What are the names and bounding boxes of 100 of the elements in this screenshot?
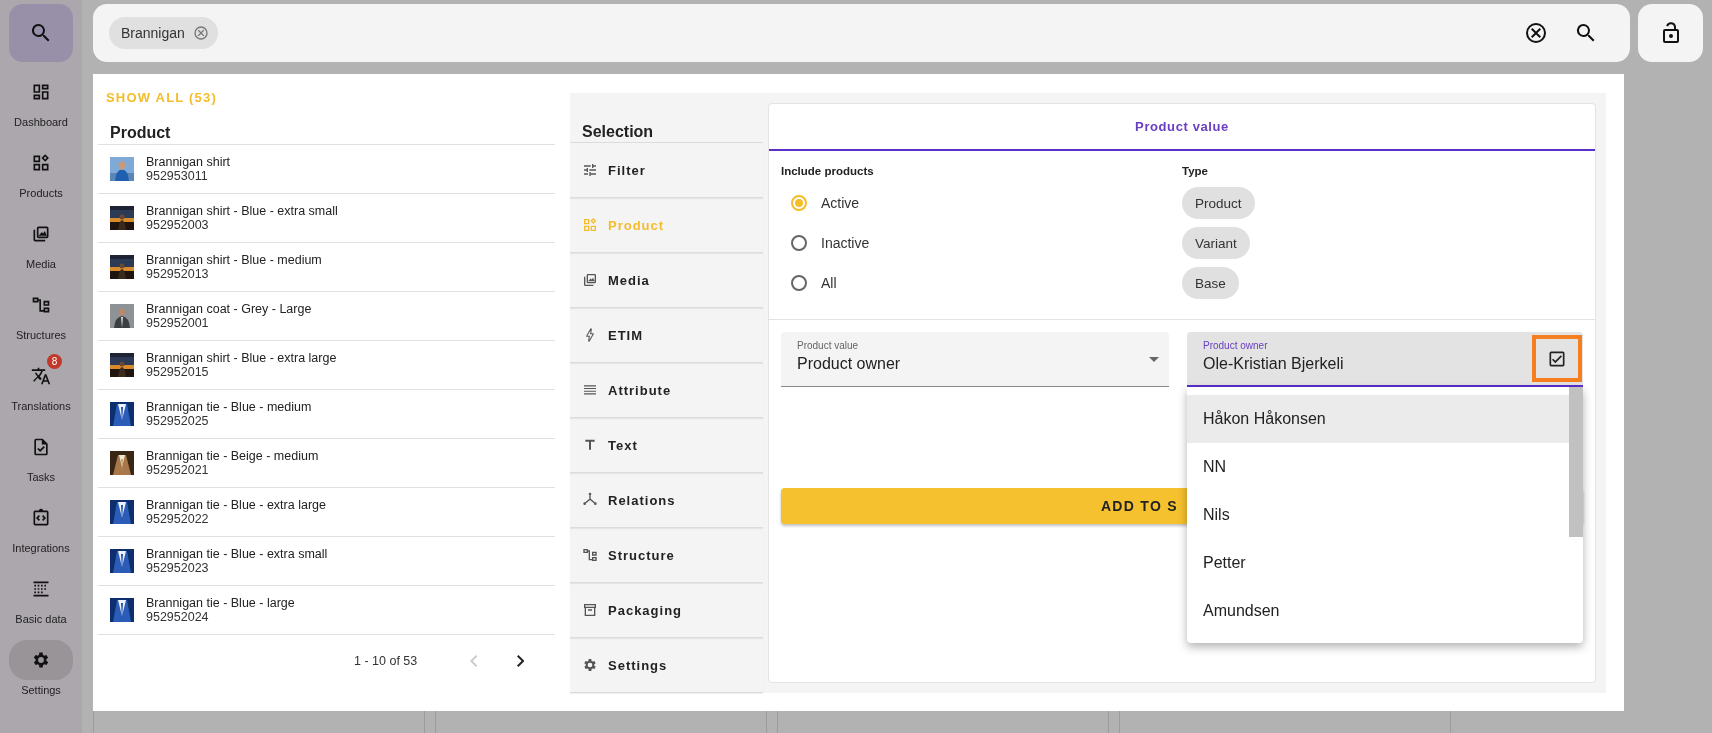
product-number: 952952022 xyxy=(146,512,210,526)
product-name: Brannigan shirt xyxy=(146,155,231,169)
product-name: Brannigan tie - Blue - large xyxy=(146,596,295,610)
nav-label[interactable]: Structures xyxy=(15,329,67,341)
tree-icon xyxy=(31,295,51,315)
clear-icon xyxy=(1524,21,1548,45)
nav-label[interactable]: Integrations xyxy=(12,542,70,554)
group-label: Include products xyxy=(781,164,875,179)
product-row[interactable]: Brannigan tie - Blue - extra small 952952023 xyxy=(98,537,555,586)
chevron-right-icon xyxy=(516,655,524,667)
product-number: 952952025 xyxy=(146,414,210,428)
nav-button[interactable]: 8 xyxy=(9,356,73,396)
code-clipboard-icon xyxy=(31,508,51,528)
chip-label: Brannigan xyxy=(121,25,185,41)
type-chip[interactable]: Variant xyxy=(1182,227,1250,259)
product-row[interactable]: Brannigan tie - Blue - medium 952952025 xyxy=(98,390,555,439)
radio-option[interactable]: All xyxy=(781,263,1182,303)
selection-item[interactable]: Relations xyxy=(570,473,763,528)
confirm-button[interactable] xyxy=(1532,335,1582,382)
dropdown-option[interactable]: NN xyxy=(1187,443,1569,491)
radio-button[interactable] xyxy=(791,235,807,251)
product-number: 952952003 xyxy=(146,218,210,232)
nav-label[interactable]: Tasks xyxy=(26,471,56,483)
nav-button[interactable] xyxy=(9,640,73,680)
dropdown-option[interactable]: Petter xyxy=(1187,539,1569,587)
document-check-icon xyxy=(31,437,51,457)
product-number: 952952024 xyxy=(146,610,210,624)
selection-item[interactable]: Media xyxy=(570,253,763,308)
product-number: 952953011 xyxy=(146,169,209,183)
settings-icon xyxy=(31,650,51,670)
nav-label[interactable]: Products xyxy=(19,187,63,199)
product-row[interactable]: Brannigan tie - Blue - extra large 952952022 xyxy=(98,488,555,537)
settings-icon xyxy=(582,657,598,673)
branch-icon xyxy=(582,492,598,508)
product-name: Brannigan coat - Grey - Large xyxy=(146,302,312,316)
product-row[interactable]: Brannigan shirt 952953011 xyxy=(98,145,555,194)
type-chip[interactable]: Base xyxy=(1182,267,1239,299)
product-row[interactable]: Brannigan tie - Blue - large 952952024 xyxy=(98,586,555,635)
product-name: Brannigan shirt - Blue - medium xyxy=(146,253,322,267)
scrollbar[interactable] xyxy=(1569,387,1583,537)
selection-item[interactable]: Text xyxy=(570,418,763,473)
product-row[interactable]: Brannigan coat - Grey - Large 952952001 xyxy=(98,292,555,341)
product-owner-field[interactable]: Product owner Ole-Kristian Bjerkeli xyxy=(1187,332,1583,387)
product-name: Brannigan tie - Blue - extra small xyxy=(146,547,328,561)
section-title: Selection xyxy=(570,93,763,143)
nav-label[interactable]: Dashboard xyxy=(14,116,68,128)
image-stack-icon xyxy=(582,272,598,288)
notification-badge: 8 xyxy=(47,354,62,369)
nav-label[interactable]: Media xyxy=(26,258,56,270)
tree-icon xyxy=(582,547,598,563)
dashboard-icon xyxy=(31,82,51,102)
remove-icon xyxy=(192,25,209,41)
chevron-left-icon xyxy=(469,655,477,667)
selection-item[interactable]: Structure xyxy=(570,528,763,583)
product-number: 952952013 xyxy=(146,267,210,281)
selection-item[interactable]: Settings xyxy=(570,638,763,693)
column-header: Product xyxy=(98,111,555,145)
product-row[interactable]: Brannigan shirt - Blue - extra large 952952015 xyxy=(98,341,555,390)
product-value-select[interactable]: Product value Product owner xyxy=(781,332,1169,387)
product-name: Brannigan shirt - Blue - extra large xyxy=(146,351,337,365)
page-range: 1 - 10 of 53 xyxy=(354,654,418,668)
radio-option[interactable]: Inactive xyxy=(781,223,1182,263)
dropdown-option[interactable]: Amundsen xyxy=(1187,587,1569,635)
lock-button[interactable] xyxy=(1638,4,1703,62)
selection-item[interactable]: Packaging xyxy=(570,583,763,638)
text-icon xyxy=(582,437,598,453)
product-number: 952952015 xyxy=(146,365,210,379)
selection-item[interactable]: Filter xyxy=(570,143,763,198)
product-row[interactable]: Brannigan tie - Beige - medium 952952021 xyxy=(98,439,555,488)
search-chip[interactable]: Brannigan xyxy=(109,17,218,49)
product-number: 952952001 xyxy=(146,316,210,330)
product-name: Brannigan tie - Beige - medium xyxy=(146,449,319,463)
radio-option[interactable]: Active xyxy=(781,183,1182,223)
product-row[interactable]: Brannigan shirt - Blue - extra small 952952003 xyxy=(98,194,555,243)
type-chip[interactable]: Product xyxy=(1182,187,1255,219)
translate-icon xyxy=(31,366,51,386)
clear-button[interactable] xyxy=(1524,21,1548,45)
dropdown-option[interactable]: Håkon Håkonsen xyxy=(1187,395,1569,443)
selection-item[interactable]: Attribute xyxy=(570,363,763,418)
product-name: Brannigan shirt - Blue - extra small xyxy=(146,204,338,218)
radio-button[interactable] xyxy=(791,195,807,211)
image-stack-icon xyxy=(31,224,51,244)
grid-icon xyxy=(582,217,598,233)
nav-label[interactable]: Basic data xyxy=(15,613,67,625)
product-name: Brannigan tie - Blue - extra large xyxy=(146,498,326,512)
radio-button[interactable] xyxy=(791,275,807,291)
grid-icon xyxy=(31,153,51,173)
product-number: 952952021 xyxy=(146,463,210,477)
selection-item[interactable]: ETIM xyxy=(570,308,763,363)
nav-label[interactable]: Settings xyxy=(21,684,61,696)
dotted-list-icon xyxy=(31,579,51,599)
product-row[interactable]: Brannigan shirt - Blue - medium 952952013 xyxy=(98,243,555,292)
sliders-icon xyxy=(582,162,598,178)
dropdown-caret-icon xyxy=(1149,357,1159,362)
product-number: 952952023 xyxy=(146,561,210,575)
nav-label[interactable]: Translations xyxy=(11,400,71,412)
product-name: Brannigan tie - Blue - medium xyxy=(146,400,312,414)
archive-icon xyxy=(582,602,598,618)
group-label: Type xyxy=(1182,164,1208,179)
tab[interactable]: Product value xyxy=(769,104,1595,151)
